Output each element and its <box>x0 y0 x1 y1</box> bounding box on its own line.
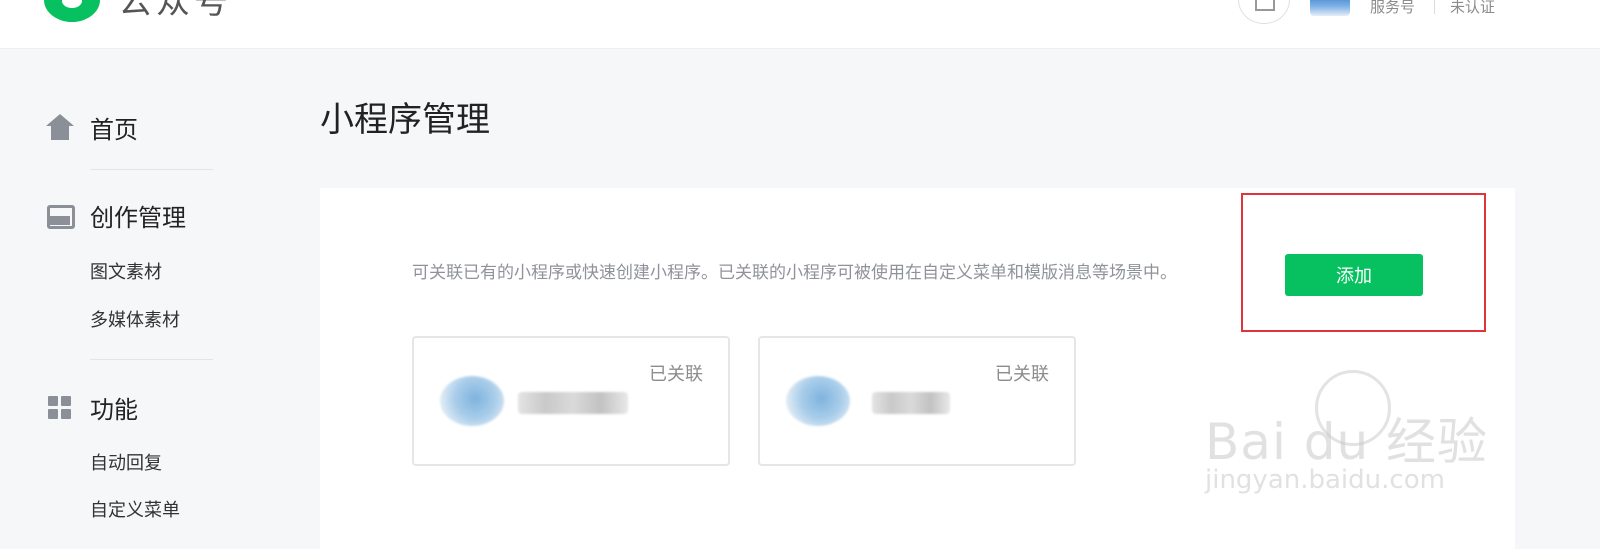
sidebar-item-auto-reply[interactable]: 自动回复 <box>90 449 162 475</box>
sidebar-item-label: 创作管理 <box>90 204 186 232</box>
sidebar-item-custom-menu[interactable]: 自定义菜单 <box>90 496 180 522</box>
sidebar-divider <box>90 359 213 360</box>
linked-status: 已关联 <box>995 364 1049 385</box>
sidebar-item-label: 功能 <box>90 396 138 424</box>
baidu-watermark: Bai du 经验 jingyan.baidu.com <box>1200 360 1500 510</box>
header-divider <box>1434 0 1435 14</box>
panel-description: 可关联已有的小程序或快速创建小程序。已关联的小程序可被使用在自定义菜单和模版消息… <box>412 263 1177 283</box>
sidebar-item-article-material[interactable]: 图文素材 <box>90 258 162 284</box>
miniprogram-avatar <box>786 376 850 426</box>
sidebar-divider <box>90 169 213 170</box>
sidebar-item-media-material[interactable]: 多媒体素材 <box>90 306 180 332</box>
watermark-main-text: Bai du 经验 <box>1205 413 1489 471</box>
miniprogram-name-blurred <box>872 392 950 414</box>
miniprogram-card[interactable]: 已关联 <box>412 336 730 466</box>
home-icon <box>46 113 74 142</box>
verify-status-link[interactable]: 未认证 <box>1450 0 1495 17</box>
top-bar: 公众号 服务号 未认证 <box>0 0 1600 49</box>
grid-icon <box>46 394 74 422</box>
sidebar-section-content[interactable]: 创作管理 <box>46 198 186 233</box>
account-avatar[interactable] <box>1310 0 1350 16</box>
sidebar-section-features[interactable]: 功能 <box>46 390 138 425</box>
add-button[interactable]: 添加 <box>1285 254 1423 296</box>
inbox-icon <box>46 202 75 230</box>
brand-title: 公众号 <box>118 0 232 22</box>
miniprogram-card[interactable]: 已关联 <box>758 336 1076 466</box>
notification-icon[interactable] <box>1238 0 1290 24</box>
sidebar-item-label: 首页 <box>90 116 138 144</box>
miniprogram-name-blurred <box>518 392 628 414</box>
page-title: 小程序管理 <box>320 100 490 140</box>
miniprogram-avatar <box>440 376 504 426</box>
sidebar: 首页 创作管理 图文素材 多媒体素材 功能 自动回复 自定义菜单 <box>0 48 300 549</box>
watermark-sub-text: jingyan.baidu.com <box>1205 465 1445 495</box>
account-type-label: 服务号 <box>1370 0 1416 16</box>
linked-status: 已关联 <box>649 364 703 385</box>
wechat-logo-icon[interactable] <box>44 0 100 22</box>
sidebar-item-home[interactable]: 首页 <box>46 110 138 145</box>
